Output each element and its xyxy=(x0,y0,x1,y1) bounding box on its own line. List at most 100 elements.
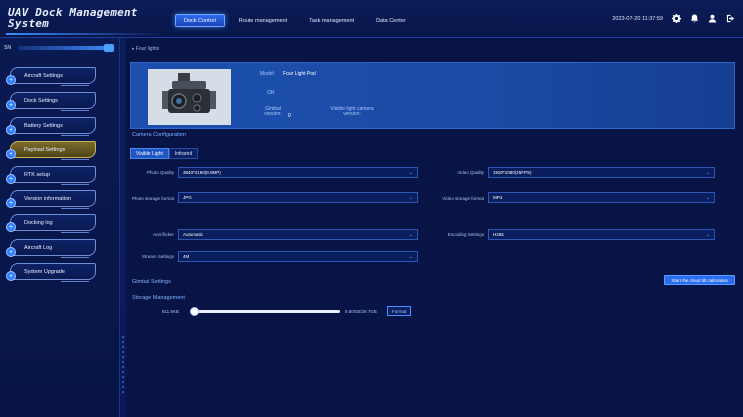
sidebar-item-label: RTK setup xyxy=(24,171,50,178)
gimbal-version-label: Gimbal version: xyxy=(264,106,282,117)
chevron-down-icon: ⌄ xyxy=(408,170,413,176)
photo-storage-value: JPG xyxy=(183,195,192,200)
chevron-down-icon: ⌄ xyxy=(408,254,413,260)
item-underline xyxy=(61,135,89,136)
sidebar-item-battery-settings[interactable]: + Battery Settings xyxy=(6,117,96,136)
nav-tab-dock-control[interactable]: Dock Control xyxy=(175,14,225,27)
sidebar-item-aircraft-log[interactable]: + Aircraft Log xyxy=(6,239,96,258)
camera-image xyxy=(148,69,231,125)
model-value: Four Light Pod xyxy=(283,71,316,77)
video-storage-value: MP4 xyxy=(493,195,503,200)
sidebar-item-payload-settings[interactable]: + Payload Settings xyxy=(6,141,96,160)
breadcrumb: Four lights xyxy=(132,46,159,52)
sidebar-item-label: Payload Settings xyxy=(24,146,66,153)
device-sn-bar xyxy=(18,44,114,52)
photo-storage-select[interactable]: JPG ⌄ xyxy=(178,192,418,203)
stream-settings-label: Stream Settings xyxy=(141,254,174,259)
sidebar-item-version-information[interactable]: + Version information xyxy=(6,190,96,209)
sidebar-item-rtk-setup[interactable]: + RTK setup xyxy=(6,166,96,185)
storage-total-text: 9.80GB/29.7GB xyxy=(345,309,377,314)
format-button[interactable]: Format xyxy=(387,306,412,316)
photo-quality-select[interactable]: 3840*2160(8.0MP) ⌄ xyxy=(178,167,418,178)
plus-icon: + xyxy=(6,75,16,85)
storage-bar-marker xyxy=(190,307,199,316)
encoding-settings-label: Encoding Settings xyxy=(447,232,484,237)
rail-dots xyxy=(120,333,126,408)
video-quality-value: 1920*1080(25FPS) xyxy=(493,170,532,175)
nav-tab-route-management[interactable]: Route management xyxy=(231,14,295,27)
encoding-settings-select[interactable]: H265 ⌄ xyxy=(488,229,715,240)
item-underline xyxy=(61,281,89,282)
chevron-down-icon: ⌄ xyxy=(408,195,413,201)
sidebar: SN + Aircraft Settings + Dock Settings +… xyxy=(0,38,120,417)
sidebar-device-selector[interactable]: SN xyxy=(4,42,114,54)
bell-icon[interactable] xyxy=(690,14,699,23)
plus-icon: + xyxy=(6,222,16,232)
anti-flicker-label: Anti-flicker xyxy=(152,232,174,237)
item-underline xyxy=(61,184,89,185)
start-calibration-button[interactable]: Start the cloud tilt calibration xyxy=(664,275,735,285)
top-nav: Dock Control Route management Task manag… xyxy=(175,14,414,27)
gear-icon[interactable] xyxy=(672,14,681,23)
storage-management-title: Storage Management xyxy=(132,295,185,301)
sidebar-item-system-upgrade[interactable]: + System Upgrade xyxy=(6,263,96,282)
item-underline xyxy=(61,257,89,258)
video-quality-label: Video Quality xyxy=(457,170,484,175)
logout-icon[interactable] xyxy=(726,14,735,23)
plus-icon: + xyxy=(6,100,16,110)
chevron-down-icon: ⌄ xyxy=(705,232,710,238)
chevron-down-icon: ⌄ xyxy=(705,195,710,201)
sidebar-item-label: Version information xyxy=(24,195,72,202)
storage-bar xyxy=(190,310,340,313)
visible-camera-version-label: Visible light camera version: xyxy=(330,106,374,117)
plus-icon: + xyxy=(6,247,16,257)
header-right: 2023-07-20 11:37:59 xyxy=(612,14,735,23)
nav-tab-task-management[interactable]: Task management xyxy=(301,14,362,27)
item-underline xyxy=(61,110,89,111)
photo-quality-label: Photo Quality xyxy=(146,170,174,175)
chevron-down-icon: ⌄ xyxy=(408,232,413,238)
gimbal-version-value: 0 xyxy=(288,113,291,119)
status-value: ON xyxy=(267,90,275,96)
tab-visible-light[interactable]: Visible Light xyxy=(130,148,169,159)
plus-icon: + xyxy=(6,271,16,281)
main-panel: Four lights Model: Four Light Pod ON Gim… xyxy=(120,38,743,417)
plus-icon: + xyxy=(6,174,16,184)
item-underline xyxy=(61,159,89,160)
sidebar-item-label: Battery Settings xyxy=(24,122,63,129)
video-storage-select[interactable]: MP4 ⌄ xyxy=(488,192,715,203)
chevron-down-icon: ⌄ xyxy=(705,170,710,176)
sidebar-item-aircraft-settings[interactable]: + Aircraft Settings xyxy=(6,67,96,86)
title-underline xyxy=(6,33,166,35)
video-storage-label: Video storage format xyxy=(442,196,484,201)
plus-icon: + xyxy=(6,198,16,208)
gimbal-settings-title: Gimbal Settings xyxy=(132,279,171,285)
anti-flicker-select[interactable]: Automatic ⌄ xyxy=(178,229,418,240)
sidebar-item-label: Aircraft Log xyxy=(24,244,53,251)
encoding-settings-value: H265 xyxy=(493,232,504,237)
anti-flicker-value: Automatic xyxy=(183,232,204,237)
nav-tab-data-center[interactable]: Data Center xyxy=(368,14,414,27)
photo-quality-value: 3840*2160(8.0MP) xyxy=(183,170,221,175)
model-label: Model: xyxy=(260,71,276,77)
camera-configuration-title: Camera Configuration xyxy=(132,132,186,138)
user-icon[interactable] xyxy=(708,14,717,23)
sidebar-item-label: Dock Settings xyxy=(24,97,58,104)
top-header: UAV Dock Management System Dock Control … xyxy=(0,0,743,38)
video-quality-select[interactable]: 1920*1080(25FPS) ⌄ xyxy=(488,167,715,178)
payload-info-card: Model: Four Light Pod ON Gimbal version:… xyxy=(130,62,735,129)
stream-settings-select[interactable]: 4M ⌄ xyxy=(178,251,418,262)
app-title: UAV Dock Management System xyxy=(8,6,138,30)
plus-icon: + xyxy=(6,125,16,135)
sidebar-item-label: Aircraft Settings xyxy=(24,72,63,79)
storage-used-text: 811.5KB xyxy=(162,309,179,314)
tab-infrared[interactable]: Infrared xyxy=(168,148,199,159)
datetime: 2023-07-20 11:37:59 xyxy=(612,15,663,22)
item-underline xyxy=(61,208,89,209)
sidebar-item-label: System Upgrade xyxy=(24,268,65,275)
camera-tabs: Visible Light Infrared xyxy=(130,148,199,159)
photo-storage-label: Photo storage format xyxy=(131,196,174,201)
sidebar-item-docking-log[interactable]: + Docking log xyxy=(6,214,96,233)
plus-icon: + xyxy=(6,149,16,159)
sidebar-item-dock-settings[interactable]: + Dock Settings xyxy=(6,92,96,111)
